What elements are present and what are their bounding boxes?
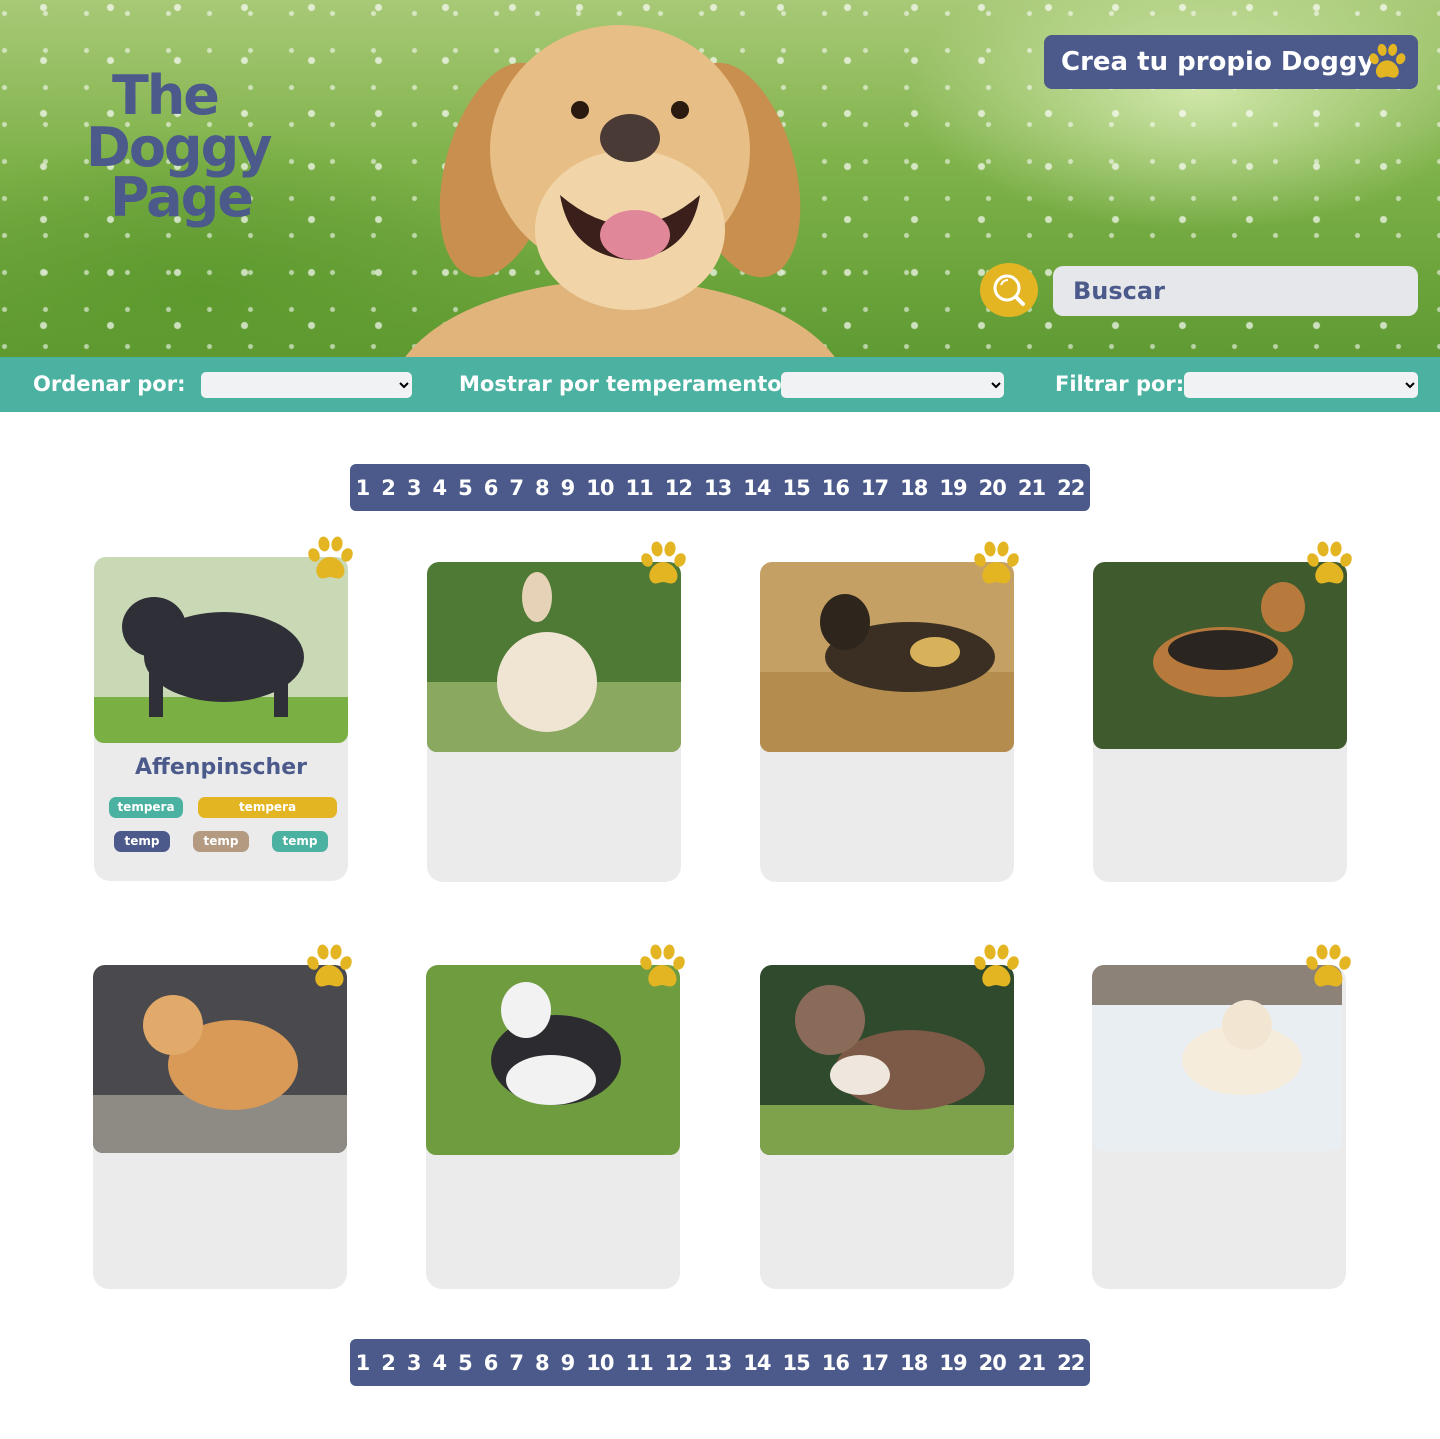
dog-card[interactable]	[93, 965, 347, 1289]
filter-select[interactable]	[1184, 372, 1418, 398]
dog-card[interactable]	[760, 562, 1014, 882]
page-link[interactable]: 2	[375, 1351, 401, 1375]
temperament-tag: temp	[193, 831, 249, 852]
paw-icon	[637, 540, 689, 588]
sort-label: Ordenar por:	[33, 372, 186, 396]
temperament-label: Mostrar por temperamento:	[459, 372, 791, 396]
paw-icon	[304, 535, 356, 583]
page-link[interactable]: 10	[580, 1351, 619, 1375]
create-doggy-button[interactable]: Crea tu propio Doggy	[1044, 35, 1418, 89]
search-icon	[993, 274, 1025, 306]
paw-icon	[1366, 41, 1408, 83]
page-link[interactable]: 14	[737, 476, 776, 500]
page-link[interactable]: 4	[427, 476, 453, 500]
paw-icon	[636, 943, 688, 991]
page-link[interactable]: 5	[452, 1351, 478, 1375]
temperament-tag: tempera	[198, 797, 337, 818]
filter-label: Filtrar por:	[1055, 372, 1185, 396]
page-link[interactable]: 19	[933, 476, 972, 500]
page-link[interactable]: 21	[1012, 1351, 1051, 1375]
dog-card[interactable]: Affenpinscher tempera tempera temp temp …	[94, 557, 348, 881]
page-link[interactable]: 22	[1051, 476, 1090, 500]
page-link[interactable]: 18	[894, 476, 933, 500]
page-link[interactable]: 15	[776, 1351, 815, 1375]
logo-line-3: Page	[110, 166, 254, 229]
dog-photo	[427, 562, 681, 752]
page-link[interactable]: 1	[350, 476, 376, 500]
page-link[interactable]: 18	[894, 1351, 933, 1375]
page-link[interactable]: 6	[478, 476, 504, 500]
dog-photo	[1093, 562, 1347, 749]
dog-photo	[760, 965, 1014, 1155]
temperament-select[interactable]	[781, 372, 1004, 398]
temperament-tag: temp	[272, 831, 328, 852]
paw-icon	[970, 540, 1022, 588]
dog-card[interactable]	[760, 965, 1014, 1289]
paw-icon	[1303, 540, 1355, 588]
search-input[interactable]	[1053, 266, 1418, 316]
page-link[interactable]: 2	[375, 476, 401, 500]
page-link[interactable]: 20	[973, 1351, 1012, 1375]
dog-photo	[94, 557, 348, 743]
page-link[interactable]: 9	[555, 1351, 581, 1375]
paw-icon	[303, 943, 355, 991]
page-link[interactable]: 12	[659, 1351, 698, 1375]
page-link[interactable]: 12	[659, 476, 698, 500]
page-link[interactable]: 7	[503, 1351, 529, 1375]
temperament-tag: temp	[114, 831, 170, 852]
page-link[interactable]: 10	[580, 476, 619, 500]
dog-name: Affenpinscher	[135, 755, 307, 780]
temperament-tag: tempera	[109, 797, 183, 818]
page-link[interactable]: 17	[855, 1351, 894, 1375]
page-link[interactable]: 1	[350, 1351, 376, 1375]
dog-card[interactable]	[1093, 562, 1347, 882]
search-button[interactable]	[980, 263, 1038, 317]
page-link[interactable]: 11	[620, 1351, 659, 1375]
page-link[interactable]: 14	[737, 1351, 776, 1375]
dog-card[interactable]	[426, 965, 680, 1289]
hero-dog-image	[405, 25, 835, 357]
dog-card[interactable]	[427, 562, 681, 882]
dog-photo	[93, 965, 347, 1153]
page-link[interactable]: 8	[529, 476, 555, 500]
page-link[interactable]: 19	[933, 1351, 972, 1375]
site-logo[interactable]: The Doggy Page	[86, 64, 296, 234]
paw-icon	[1302, 943, 1354, 991]
page-link[interactable]: 13	[698, 476, 737, 500]
page-link[interactable]: 22	[1051, 1351, 1090, 1375]
page-link[interactable]: 20	[973, 476, 1012, 500]
page-link[interactable]: 13	[698, 1351, 737, 1375]
page-link[interactable]: 5	[452, 476, 478, 500]
page-link[interactable]: 9	[555, 476, 581, 500]
page-link[interactable]: 16	[816, 1351, 855, 1375]
page-link[interactable]: 17	[855, 476, 894, 500]
logo-line-1: The	[112, 64, 220, 127]
hero-banner: The Doggy Page Crea tu propio Doggy	[0, 0, 1440, 357]
dog-card[interactable]	[1092, 965, 1346, 1289]
pagination-bottom: 1 2 3 4 5 6 7 8 9 10 11 12 13 14 15 16 1…	[350, 1339, 1090, 1386]
page-link[interactable]: 4	[427, 1351, 453, 1375]
page-link[interactable]: 7	[503, 476, 529, 500]
paw-icon	[970, 943, 1022, 991]
page-link[interactable]: 3	[401, 1351, 427, 1375]
dog-photo	[760, 562, 1014, 752]
sort-select[interactable]	[201, 372, 412, 398]
page-link[interactable]: 6	[478, 1351, 504, 1375]
page-link[interactable]: 8	[529, 1351, 555, 1375]
pagination-top: 1 2 3 4 5 6 7 8 9 10 11 12 13 14 15 16 1…	[350, 464, 1090, 511]
page-link[interactable]: 16	[816, 476, 855, 500]
page-link[interactable]: 21	[1012, 476, 1051, 500]
page-link[interactable]: 15	[776, 476, 815, 500]
filter-bar: Ordenar por: Mostrar por temperamento: F…	[0, 357, 1440, 412]
page-link[interactable]: 11	[620, 476, 659, 500]
dog-photo	[426, 965, 680, 1155]
create-doggy-label: Crea tu propio Doggy	[1061, 47, 1375, 77]
dog-photo	[1092, 965, 1342, 1151]
page-link[interactable]: 3	[401, 476, 427, 500]
